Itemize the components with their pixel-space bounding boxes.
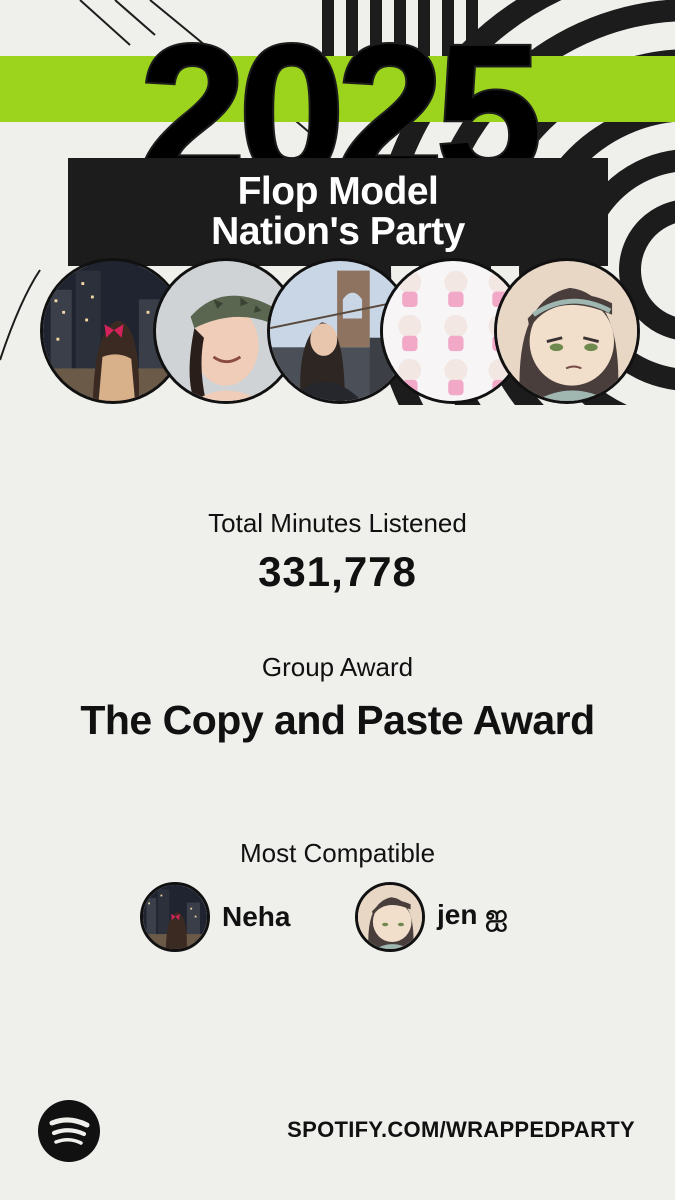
most-compatible-label: Most Compatible — [239, 838, 436, 868]
total-minutes-value: 331,778 — [258, 548, 417, 595]
member-avatars — [40, 258, 640, 404]
wrapped-party-link[interactable]: SPOTIFY.COM/WRAPPEDPARTY — [287, 1117, 635, 1143]
compatible-person-2: jen ஐ — [355, 882, 508, 952]
compatible-name-1: Neha — [222, 901, 291, 932]
compatible-avatar-2 — [355, 882, 425, 952]
party-title-line1: Flop Model — [237, 170, 439, 213]
total-minutes-label: Total Minutes Listened — [208, 508, 467, 538]
compatible-avatar-1 — [140, 882, 210, 952]
city-night-photo — [143, 885, 207, 949]
painted-girl-portrait — [358, 885, 422, 949]
painted-girl-portrait — [497, 261, 637, 401]
party-title-line2: Nation's Party — [211, 210, 465, 253]
party-title-card: Flop Model Nation's Party — [68, 158, 608, 266]
compatible-name-2: jen ஐ — [437, 899, 508, 930]
group-award-value: The Copy and Paste Award — [80, 697, 595, 743]
most-compatible-pair: Neha jen ஐ — [0, 882, 675, 952]
spotify-logo-icon[interactable] — [38, 1100, 100, 1162]
member-avatar-5 — [494, 258, 640, 404]
compatible-person-1: Neha — [140, 882, 290, 952]
hero-banner: 2025 Flop Model Nation's Party — [0, 0, 675, 405]
group-award-label: Group Award — [261, 652, 414, 682]
